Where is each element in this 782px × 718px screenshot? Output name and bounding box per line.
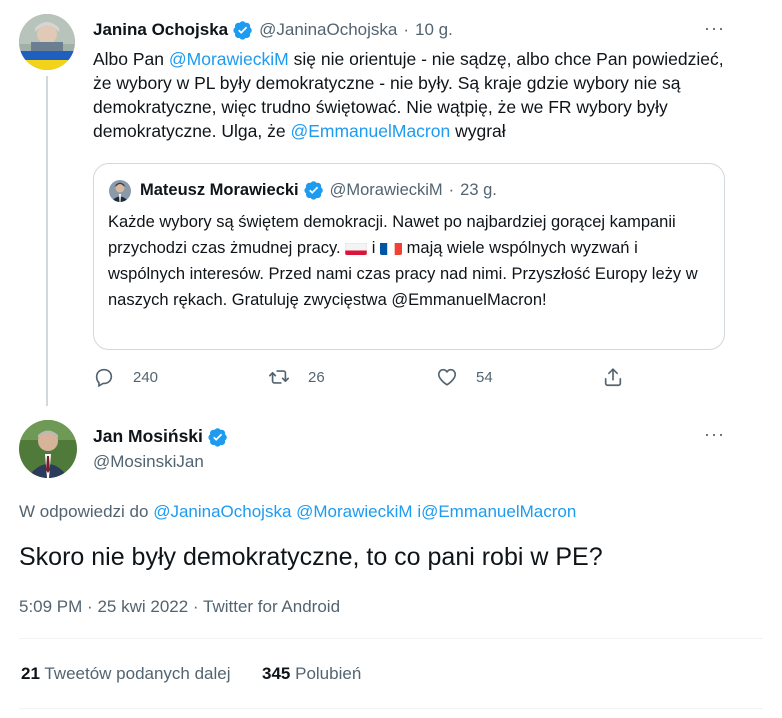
reply-button[interactable]: 240 [93,366,158,388]
likes-stat[interactable]: 345 Polubień [262,664,361,683]
reply-count: 240 [133,368,159,386]
author-handle[interactable]: @JaninaOchojska [259,20,397,40]
reply-to-line: W odpowiedzi do @JaninaOchojska @Morawie… [19,502,576,522]
tweet-time[interactable]: 5:09 PM [19,597,82,616]
verified-badge-icon [304,180,324,200]
reply-prefix: W odpowiedzi do [19,502,154,521]
quoted-author-name[interactable]: Mateusz Morawiecki [140,181,299,200]
mention-link[interactable]: @MorawieckiM [169,49,289,69]
tweet-meta: 5:09 PM · 25 kwi 2022 · Twitter for Andr… [19,597,340,617]
main-author-name[interactable]: Jan Mosiński [93,426,203,447]
like-icon [437,368,457,386]
parent-tweet-text: Albo Pan @MorawieckiM się nie orientuje … [93,47,743,143]
engagement-stats: 21 Tweetów podanych dalej 345 Polubień [21,664,361,684]
parent-tweet-header: Janina Ochojska @JaninaOchojska · 10 g. [93,20,453,40]
time-separator: · [448,180,455,199]
flag-poland-icon [345,240,368,255]
tweet-date[interactable]: 25 kwi 2022 [97,597,188,616]
jan-avatar[interactable] [19,420,77,478]
mention-link[interactable]: i@EmmanuelMacron [417,502,576,521]
share-button[interactable] [602,366,642,388]
likes-count: 345 [262,664,291,683]
retweet-icon [269,370,289,384]
morawiecki-avatar[interactable] [109,180,131,202]
main-tweet-text: Skoro nie były demokratyczne, to co pani… [19,543,603,571]
tweet-source[interactable]: Twitter for Android [203,597,340,616]
retweets-label: Tweetów podanych dalej [44,664,231,683]
more-icon[interactable]: ··· [704,18,725,39]
quoted-tweet-header: Mateusz Morawiecki @MorawieckiM · 23 g. [140,180,497,200]
like-count: 54 [476,368,493,386]
main-author-row: Jan Mosiński [93,426,234,447]
janina-avatar[interactable] [19,14,75,70]
thread-line [46,76,48,406]
retweets-stat[interactable]: 21 Tweetów podanych dalej [21,664,231,683]
mention-link[interactable]: @EmmanuelMacron [290,121,450,141]
divider [19,638,763,639]
like-button[interactable]: 54 [436,366,493,388]
meta-separator: · [192,597,199,616]
reply-icon [95,368,113,388]
time-separator: · [403,20,410,39]
mention-link[interactable]: @MorawieckiM [296,502,412,521]
retweets-count: 21 [21,664,40,683]
more-icon[interactable]: ··· [704,424,725,445]
parent-tweet[interactable]: Janina Ochojska @JaninaOchojska · 10 g. … [0,0,782,410]
main-author-handle[interactable]: @MosinskiJan [93,452,204,472]
flag-france-icon [380,240,403,255]
quoted-tweet-text: Każde wybory są świętem demokracji. Nawe… [108,209,718,313]
meta-separator: · [87,597,93,616]
text-part: Albo Pan [93,49,169,69]
retweet-button[interactable]: 26 [268,366,325,388]
tweet-time[interactable]: 10 g. [415,20,453,40]
author-name[interactable]: Janina Ochojska [93,20,228,40]
quoted-tweet[interactable]: Mateusz Morawiecki @MorawieckiM · 23 g. … [93,163,725,350]
quoted-tweet-time: 23 g. [460,180,497,199]
mention-link[interactable]: @JaninaOchojska [153,502,291,521]
text-part: wygrał [450,121,506,141]
likes-label: Polubień [295,664,362,683]
text-part: i [367,239,381,257]
share-icon [604,368,622,387]
verified-badge-icon [233,20,253,40]
divider [19,708,763,709]
verified-badge-icon [208,427,228,447]
retweet-count: 26 [308,368,325,386]
quoted-author-handle: @MorawieckiM [329,180,443,199]
